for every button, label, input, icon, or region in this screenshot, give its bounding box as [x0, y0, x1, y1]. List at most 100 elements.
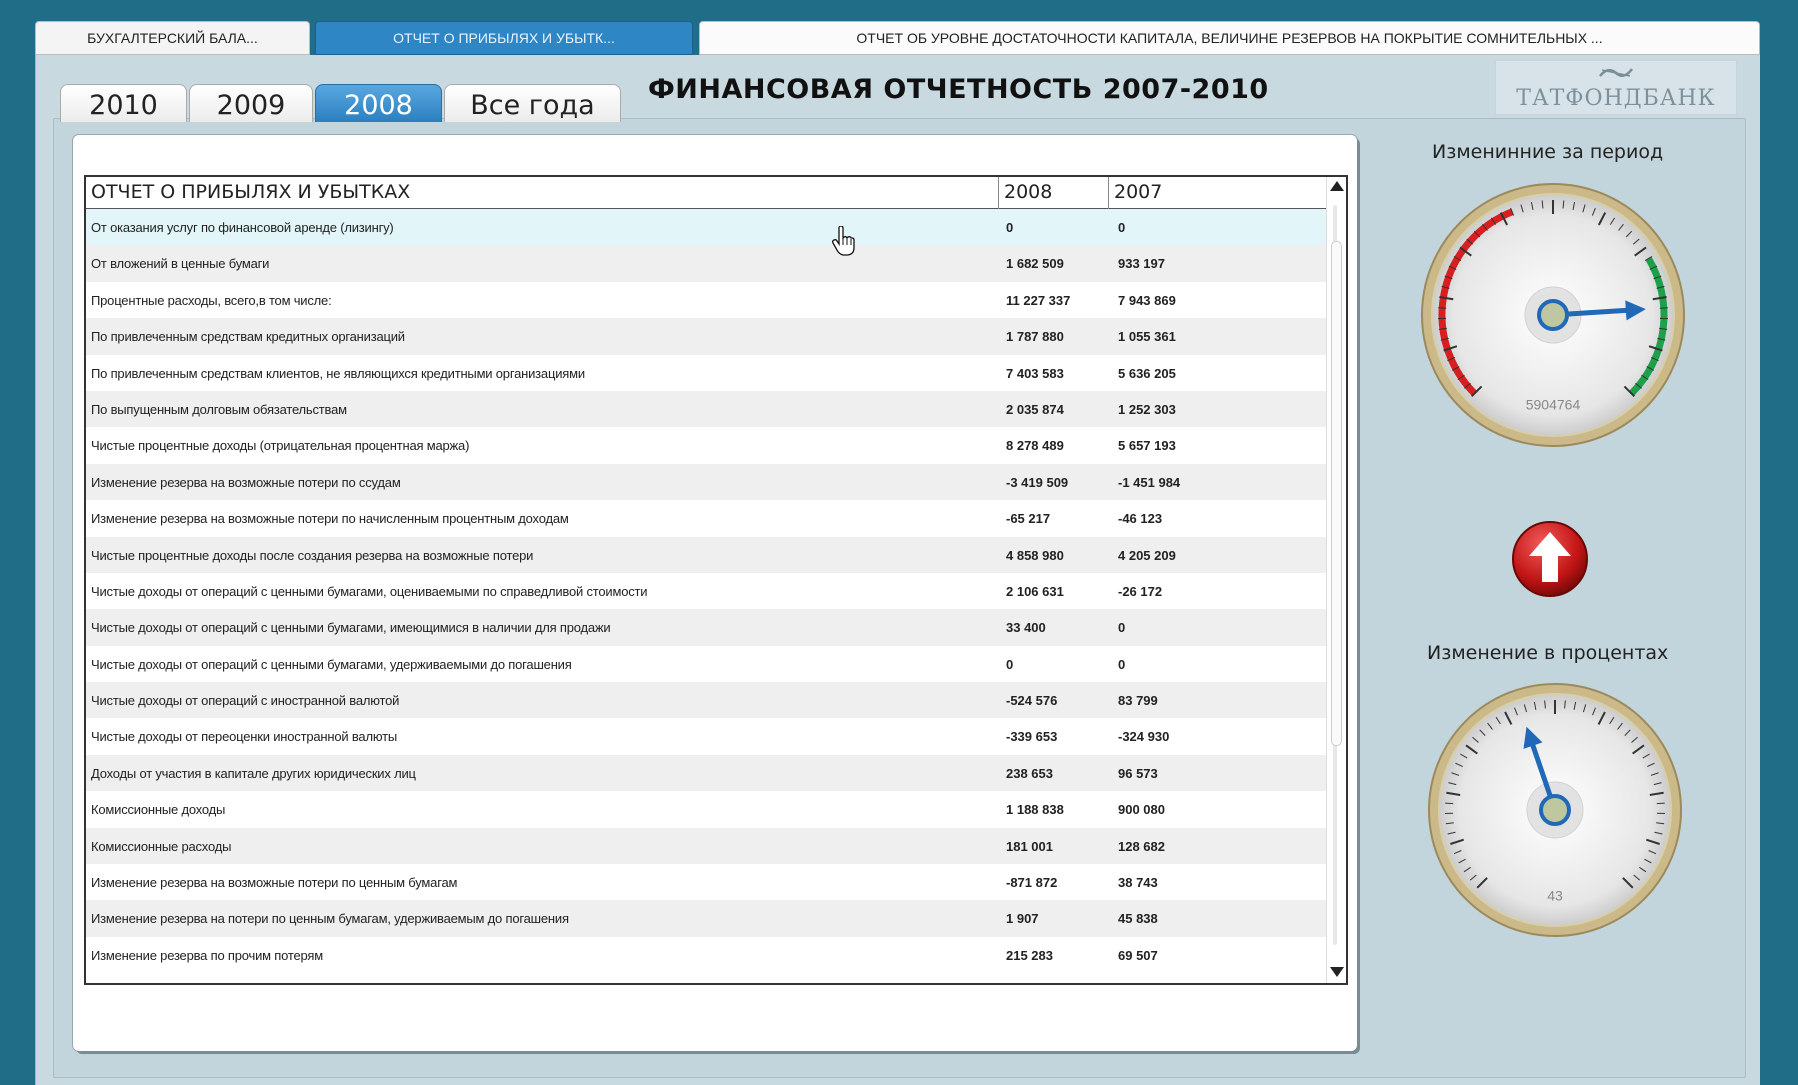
- table-row[interactable]: Доходы от участия в капитале других юрид…: [86, 754, 1326, 792]
- gauge-tick: [1445, 802, 1454, 805]
- tab-all-years[interactable]: Все года: [444, 84, 621, 122]
- row-value-2007: -26 172: [1118, 583, 1163, 599]
- gauge-percent-label: Изменение в процентах: [1427, 642, 1669, 664]
- table-row[interactable]: Чистые доходы от операций с ценными бума…: [86, 609, 1326, 646]
- row-value-2008: 11 227 337: [1006, 292, 1071, 308]
- table-row[interactable]: Чистые процентные доходы после создания …: [86, 536, 1326, 573]
- row-value-2007: -1 451 984: [1118, 474, 1181, 490]
- gauge-percent: 43: [1428, 683, 1682, 937]
- header-col-2007[interactable]: 2007: [1114, 181, 1162, 203]
- tab-balance-sheet[interactable]: БУХГАЛТЕРСКИЙ БАЛА...: [35, 21, 310, 55]
- report-table: ОТЧЕТ О ПРИБЫЛЯХ И УБЫТКАХ 2008 2007 От …: [84, 175, 1348, 985]
- table-row[interactable]: От оказания услуг по финансовой аренде (…: [86, 209, 1326, 246]
- vertical-scrollbar[interactable]: [1326, 177, 1346, 983]
- row-label: По выпущенным долговым обязательствам: [91, 401, 347, 417]
- logo-mark-icon: [1594, 64, 1638, 86]
- row-label: По привлеченным средствам кредитных орга…: [91, 329, 405, 345]
- row-label: От оказания услуг по финансовой аренде (…: [91, 220, 394, 235]
- bank-logo: ТАТФОНДБАНК: [1495, 60, 1737, 115]
- row-value-2007: -324 930: [1118, 729, 1170, 745]
- row-value-2008: 215 283: [1006, 947, 1053, 963]
- scroll-up-icon[interactable]: [1330, 181, 1344, 191]
- header-col-2008[interactable]: 2008: [1004, 181, 1052, 203]
- hand-pointer-icon: [832, 226, 855, 256]
- row-label: От вложений в ценные бумаги: [91, 256, 270, 272]
- row-value-2008: -65 217: [1006, 511, 1051, 527]
- table-row[interactable]: Комиссионные расходы 181 001 128 682: [86, 827, 1326, 865]
- table-row[interactable]: Чистые процентные доходы (отрицательная …: [86, 427, 1326, 464]
- row-value-2007: 1 252 303: [1118, 401, 1176, 417]
- row-value-2008: 7 403 583: [1006, 365, 1064, 381]
- header-name: ОТЧЕТ О ПРИБЫЛЯХ И УБЫТКАХ: [91, 181, 411, 203]
- row-value-2007: 0: [1118, 220, 1126, 235]
- table-row[interactable]: Чистые доходы от операций с ценными бума…: [86, 645, 1326, 683]
- row-label: Изменение резерва на возможные потери по…: [91, 474, 401, 490]
- row-label: Процентные расходы, всего,в том числе:: [91, 292, 332, 308]
- row-label: Изменение резерва на потери по ценным бу…: [91, 911, 569, 927]
- tab-year-2008[interactable]: 2008: [315, 84, 442, 122]
- table-row[interactable]: По привлеченным средствам клиентов, не я…: [86, 354, 1326, 391]
- row-value-2008: -339 653: [1006, 729, 1058, 745]
- row-label: Чистые доходы от операций с ценными бума…: [91, 656, 572, 672]
- row-value-2008: -3 419 509: [1006, 474, 1069, 490]
- page-title: ФИНАНСОВАЯ ОТЧЕТНОСТЬ 2007-2010: [648, 74, 1269, 105]
- tab-income-statement[interactable]: ОТЧЕТ О ПРИБЫЛЯХ И УБЫТК...: [315, 21, 693, 55]
- row-label: Чистые процентные доходы после создания …: [91, 547, 534, 563]
- table-row[interactable]: Комиссионные доходы 1 188 838 900 080: [86, 791, 1326, 828]
- row-value-2008: 1 907: [1006, 911, 1039, 927]
- gauge-tick: [1438, 307, 1447, 309]
- row-label: Чистые доходы от операций с ценными бума…: [91, 620, 611, 636]
- header-divider: [1108, 177, 1109, 209]
- row-value-2007: 69 507: [1118, 947, 1158, 963]
- table-row[interactable]: Процентные расходы, всего,в том числе: 11…: [86, 281, 1326, 319]
- row-label: Комиссионные расходы: [91, 838, 232, 854]
- row-label: Чистые процентные доходы (отрицательная …: [91, 438, 470, 454]
- scroll-down-icon[interactable]: [1330, 967, 1344, 977]
- header-divider: [998, 177, 999, 209]
- row-value-2008: 1 787 880: [1006, 329, 1064, 345]
- table-row[interactable]: Чистые доходы от операций с ценными бума…: [86, 572, 1326, 610]
- row-value-2008: 0: [1006, 656, 1014, 672]
- row-value-2007: 1 055 361: [1118, 329, 1176, 345]
- row-label: Доходы от участия в капитале других юрид…: [91, 765, 416, 781]
- row-value-2008: 238 653: [1006, 765, 1053, 781]
- gauge-period-label: Изменинние за период: [1432, 141, 1664, 163]
- table-row[interactable]: Изменение резерва на возможные потери по…: [86, 500, 1326, 537]
- row-value-2007: -46 123: [1118, 511, 1163, 527]
- row-value-2008: 33 400: [1006, 620, 1046, 636]
- row-value-2007: 5 657 193: [1118, 438, 1176, 454]
- gauge-hub: [1539, 794, 1571, 826]
- row-label: Изменение резерва по прочим потерям: [91, 947, 323, 963]
- row-value-2007: 933 197: [1118, 256, 1165, 272]
- tab-year-2010[interactable]: 2010: [60, 84, 187, 122]
- row-value-2008: 4 858 980: [1006, 547, 1064, 563]
- table-row[interactable]: Изменение резерва на возможные потери по…: [86, 463, 1326, 501]
- arrow-up-icon[interactable]: [1511, 520, 1589, 598]
- table-row[interactable]: Чистые доходы от переоценки иностранной …: [86, 718, 1326, 755]
- row-value-2008: -871 872: [1006, 875, 1058, 891]
- table-row[interactable]: Изменение резерва по прочим потерям 215 2…: [86, 936, 1326, 974]
- table-row[interactable]: По выпущенным долговым обязательствам 2 0…: [86, 390, 1326, 428]
- row-value-2007: 5 636 205: [1118, 365, 1176, 381]
- row-value-2007: 83 799: [1118, 693, 1158, 709]
- table-row[interactable]: Изменение резерва на возможные потери по…: [86, 864, 1326, 901]
- row-value-2008: 0: [1006, 220, 1014, 235]
- table-row[interactable]: По привлеченным средствам кредитных орга…: [86, 318, 1326, 355]
- row-value-2007: 4 205 209: [1118, 547, 1176, 563]
- table-body: От оказания услуг по финансовой аренде (…: [86, 209, 1326, 974]
- tab-year-2009[interactable]: 2009: [189, 84, 313, 122]
- row-value-2008: 1 682 509: [1006, 256, 1064, 272]
- row-value-2007: 0: [1118, 656, 1126, 672]
- row-value-2008: 1 188 838: [1006, 802, 1064, 818]
- row-value-2007: 0: [1118, 620, 1126, 636]
- gauge-tick: [1659, 307, 1668, 309]
- table-row[interactable]: Чистые доходы от операций с иностранной …: [86, 682, 1326, 719]
- scroll-thumb[interactable]: [1331, 241, 1342, 746]
- row-value-2008: 181 001: [1006, 838, 1053, 854]
- table-row[interactable]: Изменение резерва на потери по ценным бу…: [86, 900, 1326, 937]
- table-row[interactable]: От вложений в ценные бумаги 1 682 509 933 …: [86, 245, 1326, 282]
- tab-capital-adequacy[interactable]: ОТЧЕТ ОБ УРОВНЕ ДОСТАТОЧНОСТИ КАПИТАЛА, …: [699, 21, 1760, 55]
- row-label: Изменение резерва на возможные потери по…: [91, 875, 458, 891]
- gauge-value: 43: [1547, 888, 1563, 904]
- gauge-tick: [1656, 802, 1665, 805]
